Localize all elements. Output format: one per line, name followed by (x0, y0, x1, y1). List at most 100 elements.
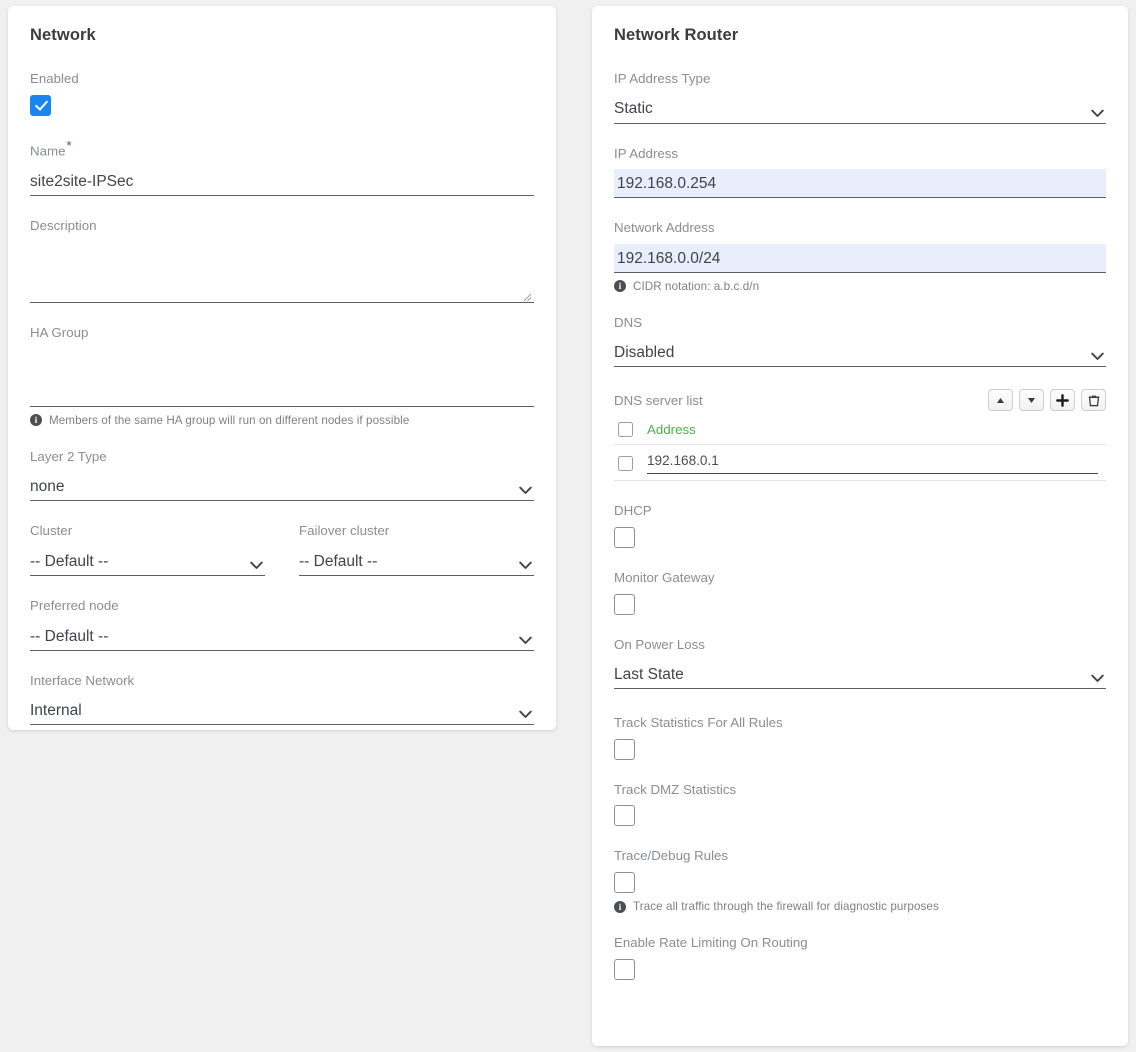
resize-grip-icon[interactable] (521, 289, 532, 302)
column-header-address[interactable]: Address (647, 422, 696, 437)
row-select-checkbox[interactable] (618, 455, 633, 471)
trash-icon (1088, 394, 1100, 407)
layer2-type-label: Layer 2 Type (30, 448, 107, 464)
dns-address-input[interactable]: 192.168.0.1 (647, 452, 1098, 475)
ip-address-type-label: IP Address Type (614, 71, 711, 86)
name-input[interactable]: site2site-IPSec (30, 167, 534, 196)
network-address-value: 192.168.0.0/24 (617, 249, 721, 267)
dhcp-checkbox[interactable] (614, 527, 635, 549)
dns-field: DNS Disabled (614, 315, 1106, 368)
chevron-down-icon (1091, 352, 1104, 361)
arrow-up-icon (995, 396, 1006, 405)
info-icon: i (614, 900, 626, 913)
table-row: 192.168.0.1 (614, 445, 1106, 482)
ip-address-input[interactable]: 192.168.0.254 (614, 169, 1106, 199)
cluster-select[interactable]: -- Default -- (30, 547, 265, 577)
ip-address-type-select[interactable]: Static (614, 95, 1106, 124)
move-up-button[interactable] (988, 389, 1013, 412)
interface-network-label: Interface Network (30, 672, 135, 688)
dns-value: Disabled (614, 344, 675, 362)
dns-label: DNS (614, 314, 643, 330)
enable-rate-limiting-label: Enable Rate Limiting On Routing (614, 935, 808, 951)
cluster-value: -- Default -- (30, 552, 109, 570)
track-dmz-statistics-field: Track DMZ Statistics (614, 782, 1106, 827)
on-power-loss-label: On Power Loss (614, 636, 705, 652)
network-address-label: Network Address (614, 220, 715, 236)
interface-network-value: Internal (30, 702, 82, 720)
dns-server-list-label: DNS server list (614, 392, 703, 408)
preferred-node-label: Preferred node (30, 598, 119, 614)
network-address-input[interactable]: 192.168.0.0/24 (614, 243, 1106, 273)
info-icon: i (30, 414, 42, 427)
arrow-down-icon (1026, 396, 1037, 405)
delete-button[interactable] (1081, 389, 1106, 412)
ip-address-value: 192.168.0.254 (617, 175, 717, 193)
trace-debug-rules-checkbox[interactable] (614, 872, 635, 894)
select-all-checkbox[interactable] (618, 422, 633, 438)
track-statistics-all-rules-label: Track Statistics For All Rules (614, 715, 783, 731)
enabled-checkbox[interactable] (30, 94, 51, 116)
required-asterisk-icon: * (66, 137, 72, 153)
monitor-gateway-field: Monitor Gateway (614, 570, 1106, 615)
trace-debug-rules-hint-text: Trace all traffic through the firewall f… (633, 900, 939, 914)
name-label: Name* (30, 138, 534, 160)
dhcp-label: DHCP (614, 503, 652, 519)
chevron-down-icon (519, 636, 532, 645)
plus-icon (1056, 394, 1069, 407)
preferred-node-select[interactable]: -- Default -- (30, 622, 534, 651)
ha-group-input[interactable] (30, 349, 534, 407)
dns-server-list: DNS server list Address 192.168.0.1 (614, 389, 1106, 482)
trace-debug-rules-hint: i Trace all traffic through the firewall… (614, 900, 1106, 913)
track-dmz-statistics-checkbox[interactable] (614, 805, 635, 827)
trace-debug-rules-label: Trace/Debug Rules (614, 848, 729, 864)
on-power-loss-value: Last State (614, 666, 684, 684)
enabled-field: Enabled (30, 71, 534, 116)
chevron-down-icon (519, 561, 532, 570)
layer2-type-select[interactable]: none (30, 472, 534, 502)
monitor-gateway-label: Monitor Gateway (614, 570, 715, 586)
chevron-down-icon (519, 486, 532, 495)
name-field: Name* site2site-IPSec (30, 138, 534, 196)
chevron-down-icon (1091, 674, 1104, 683)
layer2-type-value: none (30, 478, 65, 496)
enable-rate-limiting-checkbox[interactable] (614, 958, 635, 980)
ip-address-type-field: IP Address Type Static (614, 71, 1106, 124)
cluster-row: Cluster -- Default -- Failover cluster -… (30, 523, 534, 577)
network-address-hint-text: CIDR notation: a.b.c.d/n (633, 279, 760, 293)
ha-group-hint: i Members of the same HA group will run … (30, 414, 534, 427)
failover-cluster-label: Failover cluster (299, 523, 390, 539)
dhcp-field: DHCP (614, 503, 1106, 549)
network-card: Network Enabled Name* site2site-IPSec De… (8, 6, 556, 730)
settings-page: Network Enabled Name* site2site-IPSec De… (0, 0, 1136, 1052)
description-textarea[interactable] (30, 241, 534, 304)
interface-network-select[interactable]: Internal (30, 696, 534, 726)
failover-cluster-value: -- Default -- (299, 552, 378, 570)
cluster-field: Cluster -- Default -- (30, 523, 265, 577)
move-down-button[interactable] (1019, 389, 1044, 412)
ip-address-type-value: Static (614, 100, 653, 118)
chevron-down-icon (250, 561, 263, 570)
failover-cluster-select[interactable]: -- Default -- (299, 547, 534, 577)
on-power-loss-select[interactable]: Last State (614, 660, 1106, 690)
monitor-gateway-checkbox[interactable] (614, 593, 635, 615)
ip-address-label: IP Address (614, 145, 679, 161)
network-card-title: Network (30, 26, 96, 44)
dns-address-value: 192.168.0.1 (647, 453, 719, 469)
dns-select[interactable]: Disabled (614, 338, 1106, 368)
name-value: site2site-IPSec (30, 172, 134, 190)
cluster-label: Cluster (30, 523, 73, 539)
layer2-type-field: Layer 2 Type none (30, 449, 534, 502)
on-power-loss-field: On Power Loss Last State (614, 637, 1106, 690)
preferred-node-field: Preferred node -- Default -- (30, 598, 534, 651)
add-button[interactable] (1050, 389, 1075, 412)
ha-group-label: HA Group (30, 325, 89, 341)
dns-list-header-row: Address (614, 415, 1106, 446)
track-statistics-all-rules-checkbox[interactable] (614, 738, 635, 760)
failover-cluster-column: Failover cluster -- Default -- (299, 523, 534, 577)
track-dmz-statistics-label: Track DMZ Statistics (614, 781, 737, 797)
network-address-hint: i CIDR notation: a.b.c.d/n (614, 280, 1106, 293)
enable-rate-limiting-field: Enable Rate Limiting On Routing (614, 935, 1106, 980)
network-router-card-title: Network Router (614, 26, 739, 44)
dns-server-list-header: DNS server list (614, 389, 1106, 412)
dns-server-list-toolbar (988, 389, 1106, 412)
